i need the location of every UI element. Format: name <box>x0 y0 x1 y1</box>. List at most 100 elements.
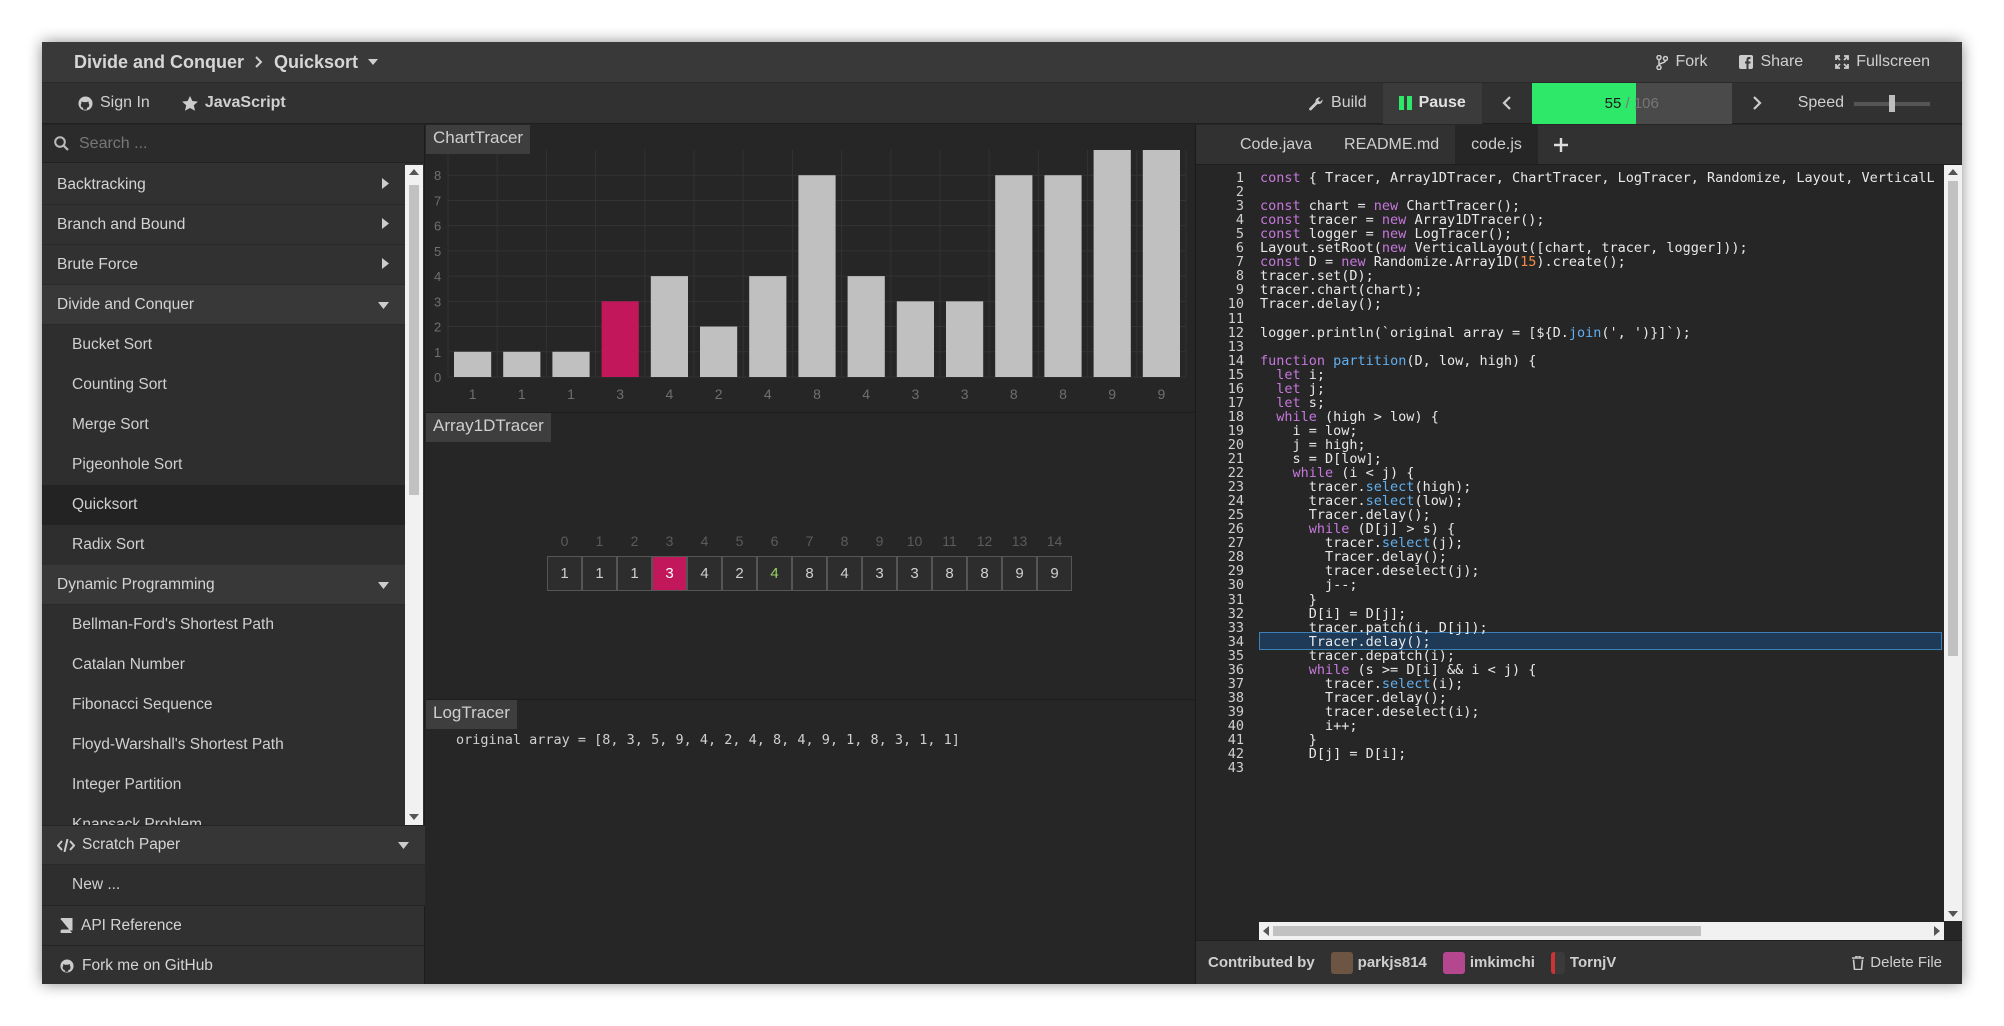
scroll-up-icon[interactable] <box>1948 169 1958 175</box>
category-dynamic-programming[interactable]: Dynamic Programming <box>42 565 405 605</box>
sidebar-item-bellman-ford-s-shortest-path[interactable]: Bellman-Ford's Shortest Path <box>42 605 405 645</box>
fullscreen-button[interactable]: Fullscreen <box>1819 42 1946 83</box>
pause-button[interactable]: Pause <box>1382 82 1482 124</box>
chart-bar <box>798 175 836 377</box>
sidebar-footer: Scratch Paper New ... API Reference Fork… <box>42 825 425 984</box>
caret-down-icon[interactable] <box>367 58 379 66</box>
array-cell: 1 <box>617 556 652 591</box>
array-index: 13 <box>1011 533 1028 549</box>
delete-file-button[interactable]: Delete File <box>1852 954 1942 971</box>
scroll-down-icon[interactable] <box>1948 911 1958 917</box>
search-input[interactable] <box>79 134 379 153</box>
array-index: 12 <box>976 533 993 549</box>
editor-horizontal-scrollbar[interactable] <box>1259 922 1944 940</box>
github-link[interactable]: Fork me on GitHub <box>42 945 425 984</box>
scroll-right-icon[interactable] <box>1934 926 1940 936</box>
github-icon <box>60 958 74 973</box>
sidebar-item-floyd-warshall-s-shortest-path[interactable]: Floyd-Warshall's Shortest Path <box>42 725 405 765</box>
add-file-button[interactable] <box>1538 125 1584 164</box>
fork-button[interactable]: Fork <box>1640 42 1723 83</box>
algorithm-nav: Backtracking Branch and Bound Brute Force D… <box>42 165 405 825</box>
progress-current: 55 <box>1604 94 1622 112</box>
progress-bar[interactable]: 55 / 106 <box>1531 82 1732 124</box>
file-tab[interactable]: README.md <box>1328 125 1455 164</box>
y-tick-label: 8 <box>434 168 441 183</box>
x-tick-label: 9 <box>1158 386 1166 402</box>
scroll-down-icon[interactable] <box>409 814 419 820</box>
array-index: 3 <box>665 533 674 549</box>
line-number: 43 <box>1227 760 1244 777</box>
sidebar: Backtracking Branch and Bound Brute Force D… <box>42 125 425 984</box>
breadcrumb-category[interactable]: Divide and Conquer <box>74 52 244 73</box>
array-index: 4 <box>700 533 709 549</box>
scrollbar-thumb[interactable] <box>1273 926 1701 936</box>
y-tick-label: 0 <box>434 370 441 385</box>
header-bar: Divide and Conquer Quicksort Fork Share … <box>42 42 1962 83</box>
array-cell: 9 <box>1037 556 1072 591</box>
array-cell: 4 <box>687 556 722 591</box>
contributor-link[interactable]: imkimchi <box>1470 954 1535 971</box>
chart-bar <box>946 301 984 377</box>
sidebar-item-bucket-sort[interactable]: Bucket Sort <box>42 325 405 365</box>
y-tick-label: 4 <box>434 269 441 284</box>
contributor-link[interactable]: parkjs814 <box>1358 954 1427 971</box>
file-tab[interactable]: Code.java <box>1224 125 1328 164</box>
array-index: 5 <box>735 533 744 549</box>
category-backtracking[interactable]: Backtracking <box>42 165 405 205</box>
sign-in-button[interactable]: Sign In <box>42 83 166 124</box>
pause-icon <box>1398 96 1412 110</box>
sidebar-item-knapsack-problem[interactable]: Knapsack Problem <box>42 805 405 825</box>
language-button[interactable]: JavaScript <box>166 83 302 124</box>
array-cell: 8 <box>792 556 827 591</box>
scrollbar-thumb[interactable] <box>1948 181 1958 656</box>
array-index: 6 <box>770 533 779 549</box>
category-label: Backtracking <box>57 175 146 193</box>
chevron-right-icon <box>254 55 264 69</box>
prev-step-button[interactable] <box>1482 83 1532 124</box>
code-editor[interactable]: 1 const { Tracer, Array1DTracer, ChartTra… <box>1196 165 1962 940</box>
category-branch-and-bound[interactable]: Branch and Bound <box>42 205 405 245</box>
sidebar-item-merge-sort[interactable]: Merge Sort <box>42 405 405 445</box>
github-icon <box>78 95 93 111</box>
toolbar: Sign In JavaScript Build Pause 55 / 106 <box>42 82 1962 124</box>
y-tick-label: 5 <box>434 244 441 259</box>
editor-vertical-scrollbar[interactable] <box>1944 165 1962 921</box>
scroll-up-icon[interactable] <box>409 169 419 175</box>
array-cell: 8 <box>967 556 1002 591</box>
sidebar-item-fibonacci-sequence[interactable]: Fibonacci Sequence <box>42 685 405 725</box>
sidebar-item-pigeonhole-sort[interactable]: Pigeonhole Sort <box>42 445 405 485</box>
y-tick-label: 7 <box>434 193 441 208</box>
breadcrumb-algorithm[interactable]: Quicksort <box>274 52 358 73</box>
sidebar-item-radix-sort[interactable]: Radix Sort <box>42 525 405 565</box>
sidebar-item-counting-sort[interactable]: Counting Sort <box>42 365 405 405</box>
file-tab[interactable]: code.js <box>1455 125 1538 164</box>
y-tick-label: 6 <box>434 219 441 234</box>
speed-thumb[interactable] <box>1889 94 1895 112</box>
array-cell: 3 <box>862 556 897 591</box>
sidebar-item-integer-partition[interactable]: Integer Partition <box>42 765 405 805</box>
share-button[interactable]: Share <box>1723 42 1819 83</box>
scroll-left-icon[interactable] <box>1263 926 1269 936</box>
array-indices: 0 1 2 3 4 5 6 7 8 9 10 11 12 13 14 <box>547 533 1072 549</box>
next-step-button[interactable] <box>1732 83 1782 124</box>
code-footer: Contributed by parkjs814 imkimchi TornjV… <box>1196 940 1962 984</box>
chart-bar <box>454 351 492 377</box>
caret-down-icon <box>398 841 409 849</box>
progress-total: 106 <box>1633 94 1659 112</box>
scratch-paper-category[interactable]: Scratch Paper <box>42 825 425 865</box>
category-divide-and-conquer[interactable]: Divide and Conquer <box>42 285 405 325</box>
speed-slider[interactable] <box>1854 83 1930 124</box>
sidebar-scrollbar[interactable] <box>405 165 423 825</box>
build-button[interactable]: Build <box>1293 83 1383 124</box>
sign-in-label: Sign In <box>100 94 150 111</box>
sidebar-item-catalan-number[interactable]: Catalan Number <box>42 645 405 685</box>
category-brute-force[interactable]: Brute Force <box>42 245 405 285</box>
sidebar-item-quicksort[interactable]: Quicksort <box>42 485 405 525</box>
x-tick-label: 3 <box>961 386 969 402</box>
code-icon <box>57 838 75 852</box>
scrollbar-thumb[interactable] <box>409 185 419 495</box>
array-cell: 8 <box>932 556 967 591</box>
new-scratch-item[interactable]: New ... <box>42 865 425 905</box>
contributor-link[interactable]: TornjV <box>1570 954 1616 971</box>
api-reference-link[interactable]: API Reference <box>42 905 425 945</box>
